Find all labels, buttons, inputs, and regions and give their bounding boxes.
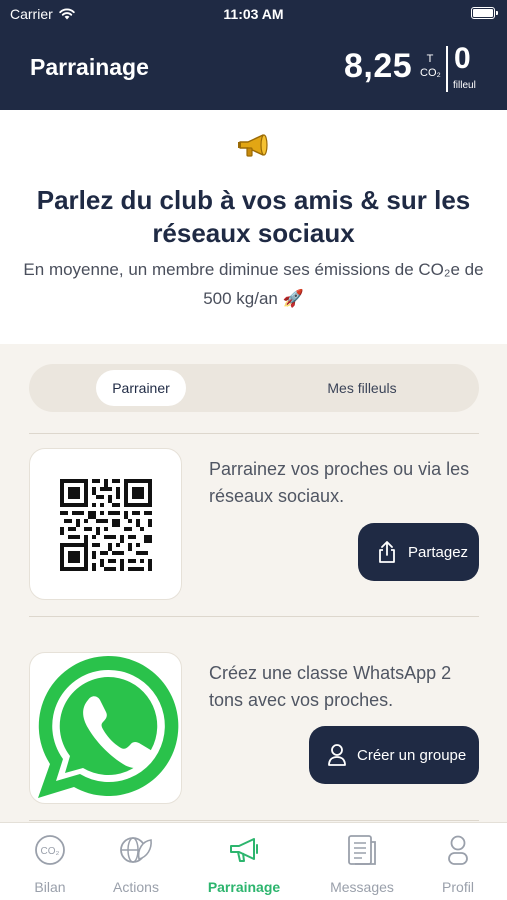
page-title: Parrainage [30, 54, 149, 80]
tab-label: Actions [113, 879, 159, 895]
qr-code-card [29, 448, 182, 600]
intro-title: Parlez du club à vos amis & sur les rése… [36, 185, 471, 248]
tab-label: Messages [330, 879, 394, 895]
clock: 11:03 AM [223, 6, 284, 22]
whatsapp-card-text: Créez une classe WhatsApp 2 tons avec vo… [209, 663, 452, 710]
tab-messages[interactable]: Messages [312, 823, 412, 900]
divider [29, 433, 479, 434]
tab-label: Bilan [34, 879, 66, 895]
filleul-label: filleul [453, 80, 476, 91]
tab-parrainage[interactable]: Parrainage [194, 823, 294, 900]
tab-bilan[interactable]: CO₂ Bilan [0, 823, 100, 900]
header-divider [446, 46, 448, 92]
divider [29, 820, 479, 821]
intro-subtitle: En moyenne, un membre diminue ses émissi… [23, 260, 484, 308]
share-icon [379, 541, 395, 563]
whatsapp-logo-icon [38, 655, 179, 798]
qr-code [60, 479, 152, 571]
co2-unit-bottom: CO₂ [420, 67, 441, 79]
tab-actions[interactable]: Actions [86, 823, 186, 900]
co2-value: 8,25 [344, 47, 413, 85]
tab-profil[interactable]: Profil [408, 823, 507, 900]
co2-unit: T CO₂ [420, 52, 441, 80]
divider [29, 616, 479, 617]
battery-icon [471, 7, 498, 19]
megaphone-icon [238, 134, 268, 157]
co2-icon: CO₂ [35, 835, 65, 865]
bottom-tab-bar: CO₂ Bilan Actions Parrainage Messages Pr… [0, 822, 507, 900]
megaphone-icon [230, 838, 258, 862]
filleul-count: 0 [454, 42, 471, 75]
segmented-control: Parrainer Mes filleuls [29, 364, 479, 412]
create-group-label: Créer un groupe [357, 746, 467, 764]
share-card-text: Parrainez vos proches ou via les réseaux… [209, 459, 470, 506]
svg-text:CO₂: CO₂ [41, 846, 60, 857]
share-button-label: Partagez [408, 543, 469, 561]
tab-label: Parrainage [207, 879, 281, 895]
status-bar: Carrier 11:03 AM [0, 5, 507, 23]
tab-label: Profil [442, 879, 474, 895]
tab-mes-filleuls[interactable]: Mes filleuls [299, 370, 425, 406]
tab-parrainer[interactable]: Parrainer [96, 370, 186, 406]
share-button[interactable]: Partagez [358, 523, 479, 581]
profile-icon [448, 835, 468, 865]
messages-icon [348, 835, 376, 865]
globe-leaf-icon [120, 837, 152, 863]
create-group-button[interactable]: Créer un groupe [309, 726, 479, 784]
person-icon [328, 744, 346, 766]
co2-unit-top: T [426, 53, 434, 65]
app-header: Carrier 11:03 AM Parrainage 8,25 T CO₂ 0… [0, 0, 507, 110]
